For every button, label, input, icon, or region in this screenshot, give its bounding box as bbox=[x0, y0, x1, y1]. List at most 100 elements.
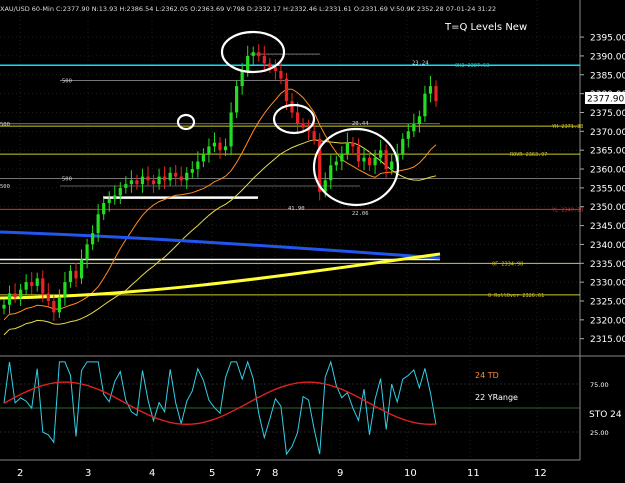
time-tick-label: 8 bbox=[272, 468, 278, 479]
price-tick-label: 2345.00 bbox=[590, 222, 625, 232]
candle-body bbox=[351, 142, 355, 147]
time-tick-label: 10 bbox=[404, 468, 417, 479]
candle-body bbox=[340, 153, 344, 162]
osc-td-label: 24 TD bbox=[475, 371, 499, 380]
candle-body bbox=[7, 293, 12, 305]
candle-body bbox=[52, 300, 56, 313]
candle-body bbox=[235, 86, 239, 113]
time-tick-label: 12 bbox=[534, 468, 547, 479]
price-tick-label: 2385.00 bbox=[590, 71, 625, 81]
price-tick-label: 2390.00 bbox=[590, 52, 625, 62]
candle-body bbox=[323, 180, 327, 192]
candle-body bbox=[96, 214, 100, 234]
chart-annotation: 500 bbox=[0, 122, 10, 128]
chart-title: T=Q Levels New bbox=[444, 22, 527, 33]
level-label: 0 RollOver 2326.61 bbox=[488, 293, 544, 299]
level-label: YH 2371.38 bbox=[552, 124, 583, 130]
candle-body bbox=[356, 146, 361, 162]
price-tick-label: 2375.00 bbox=[590, 109, 625, 119]
price-tick-label: 2330.00 bbox=[590, 279, 625, 289]
candle-body bbox=[135, 180, 139, 185]
chart-annotation: 41.90 bbox=[288, 206, 305, 212]
osc-tick-label: 75.00 bbox=[590, 381, 609, 389]
osc-tick-label: 25.00 bbox=[590, 429, 609, 437]
chart-annotation: 22.06 bbox=[352, 211, 369, 217]
candle-body bbox=[367, 157, 372, 166]
level-label: ROVR 2363.97 bbox=[510, 152, 547, 158]
price-tick-label: 2365.00 bbox=[590, 147, 625, 157]
candle-body bbox=[329, 165, 333, 181]
price-tick-label: 2325.00 bbox=[590, 297, 625, 307]
price-tick-label: 2350.00 bbox=[590, 203, 625, 213]
candle-body bbox=[24, 282, 28, 290]
candle-body bbox=[345, 142, 349, 154]
candle-body bbox=[373, 157, 377, 166]
candle-body bbox=[113, 195, 117, 200]
price-tick-label: 2340.00 bbox=[590, 241, 625, 251]
chart-annotation: 20.44 bbox=[352, 121, 369, 127]
price-tick-label: 2395.00 bbox=[590, 34, 625, 44]
candle-body bbox=[46, 293, 50, 301]
candle-body bbox=[406, 131, 410, 139]
candle-body bbox=[312, 131, 316, 139]
price-tick-label: 2320.00 bbox=[590, 316, 625, 326]
time-tick-label: 5 bbox=[209, 468, 215, 479]
candle-body bbox=[379, 150, 383, 158]
candle-body bbox=[85, 244, 89, 260]
chart-annotation: 500 bbox=[0, 184, 10, 190]
candle-body bbox=[279, 71, 283, 79]
candle-body bbox=[102, 202, 106, 215]
candle-body bbox=[35, 278, 39, 286]
candle-body bbox=[185, 172, 189, 181]
candle-body bbox=[168, 172, 172, 181]
candle-body bbox=[129, 180, 133, 185]
candle-body bbox=[30, 282, 34, 286]
chart-annotation: 23.24 bbox=[412, 61, 429, 67]
time-tick-label: 11 bbox=[467, 468, 480, 479]
candle-body bbox=[362, 157, 366, 162]
price-tick-label: 2335.00 bbox=[590, 260, 625, 270]
candle-body bbox=[334, 161, 338, 166]
candle-body bbox=[151, 180, 156, 185]
chart-annotation: 500 bbox=[62, 78, 72, 84]
candle-body bbox=[295, 112, 300, 124]
time-tick-label: 2 bbox=[17, 468, 23, 479]
time-tick-label: 9 bbox=[337, 468, 343, 479]
candle-body bbox=[74, 270, 78, 279]
candle-body bbox=[412, 123, 416, 132]
chart-annotation: 500 bbox=[62, 176, 72, 182]
price-tick-label: 2355.00 bbox=[590, 184, 625, 194]
price-tick-label: 2315.00 bbox=[590, 335, 625, 345]
candle-body bbox=[401, 138, 405, 154]
candle-body bbox=[124, 184, 128, 188]
candle-body bbox=[218, 142, 222, 151]
candle-body bbox=[257, 52, 261, 56]
osc-yrange-label: 22 YRange bbox=[475, 393, 518, 402]
candle-body bbox=[118, 187, 122, 196]
candle-body bbox=[423, 93, 427, 117]
candle-body bbox=[428, 86, 433, 94]
level-label: 0F 2334.98 bbox=[492, 261, 523, 267]
candle-body bbox=[240, 71, 244, 87]
candle-body bbox=[284, 78, 289, 102]
candle-body bbox=[13, 293, 17, 298]
candle-body bbox=[179, 176, 183, 181]
candle-body bbox=[107, 199, 111, 203]
candle-body bbox=[190, 169, 194, 173]
candle-body bbox=[434, 86, 438, 102]
candle-body bbox=[229, 112, 233, 147]
candle-body bbox=[2, 304, 6, 309]
candle-body bbox=[384, 150, 388, 170]
candle-body bbox=[63, 282, 67, 298]
candle-body bbox=[251, 52, 255, 56]
candle-body bbox=[19, 289, 23, 298]
candle-body bbox=[174, 172, 178, 177]
candle-body bbox=[207, 146, 211, 154]
candle-body bbox=[417, 116, 421, 124]
level-label: 0H3 2387.53 bbox=[455, 63, 489, 69]
price-tick-label: 2360.00 bbox=[590, 166, 625, 176]
current-price-label: 2377.90 bbox=[587, 95, 624, 105]
candle-body bbox=[68, 270, 73, 283]
time-tick-label: 4 bbox=[149, 468, 155, 479]
candle-body bbox=[146, 176, 150, 181]
